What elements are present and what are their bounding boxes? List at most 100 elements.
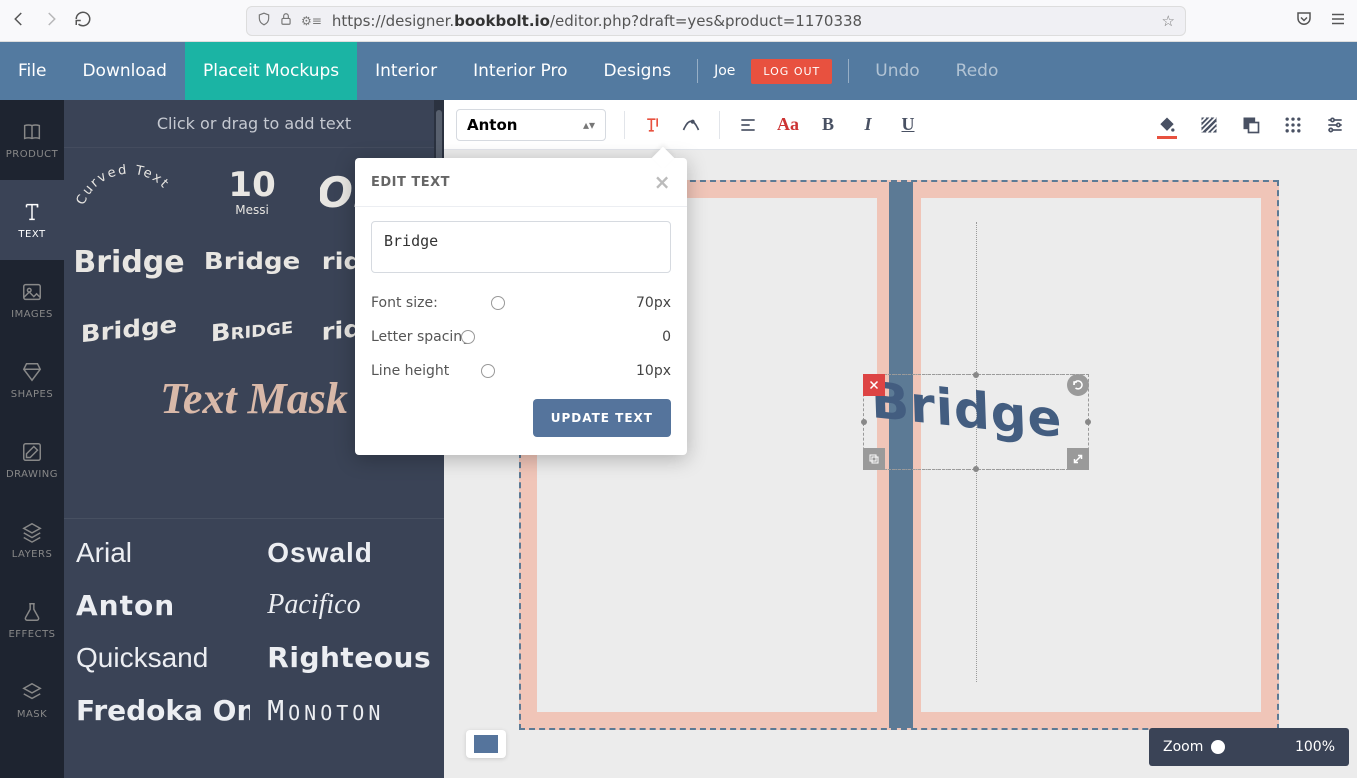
rail-effects[interactable]: EFFECTS	[0, 580, 64, 660]
style-bridge-2[interactable]: Bridge	[197, 235, 307, 289]
rail-product[interactable]: PRODUCT	[0, 100, 64, 180]
reload-icon[interactable]	[74, 10, 92, 32]
style-curved[interactable]: Curved Text	[74, 160, 184, 224]
zoom-slider-knob[interactable]	[1211, 740, 1225, 754]
style-number[interactable]: 10Messi	[197, 160, 307, 224]
delete-handle[interactable]	[863, 374, 885, 396]
text-toolbar: Anton ▴▾ Aa B I U	[444, 100, 1357, 150]
rail-shapes[interactable]: SHAPES	[0, 340, 64, 420]
mid-right[interactable]	[1085, 419, 1091, 425]
fontsize-label: Font size:	[371, 295, 481, 311]
rail-images[interactable]: IMAGES	[0, 260, 64, 340]
overlay-icon[interactable]	[1241, 115, 1261, 135]
rail-label: SHAPES	[11, 389, 53, 400]
popover-title: EDIT TEXT	[371, 175, 450, 190]
font-arial[interactable]: Arial	[64, 527, 250, 579]
font-oswald[interactable]: Oswald	[255, 527, 441, 579]
zoom-control[interactable]: Zoom 100%	[1149, 728, 1349, 766]
shield-icon	[257, 12, 271, 30]
settings-icon[interactable]	[1325, 115, 1345, 135]
redo-button[interactable]: Redo	[938, 42, 1017, 100]
selected-text-object[interactable]: Bridge	[871, 382, 1081, 462]
text-input[interactable]	[371, 221, 671, 273]
rail-label: IMAGES	[11, 309, 53, 320]
text-edit-icon[interactable]	[643, 115, 663, 135]
rail-layers[interactable]: LAYERS	[0, 500, 64, 580]
nav-designs[interactable]: Designs	[586, 42, 690, 100]
nav-file[interactable]: File	[0, 42, 64, 100]
stack-icon	[21, 681, 43, 703]
style-bridge-1[interactable]: Bridge	[74, 232, 184, 292]
lock-icon	[279, 12, 293, 30]
nav-download[interactable]: Download	[64, 42, 185, 100]
rotate-handle[interactable]	[1067, 374, 1089, 396]
grid-icon[interactable]	[1283, 115, 1303, 135]
rail-label: TEXT	[18, 229, 45, 240]
update-text-button[interactable]: UPDATE TEXT	[533, 399, 671, 437]
url-text: https://designer.bookbolt.io/editor.php?…	[332, 12, 1152, 30]
nav-divider-2	[848, 59, 849, 83]
italic-button[interactable]: I	[858, 115, 878, 135]
menu-icon[interactable]	[1329, 10, 1347, 32]
edit-text-popover: EDIT TEXT × Font size: 70px Letter spaci…	[355, 158, 687, 455]
image-icon	[21, 281, 43, 303]
underline-button[interactable]: U	[898, 115, 918, 135]
fontsize-value: 70px	[625, 295, 671, 311]
svg-text:Curved Text: Curved Text	[74, 164, 172, 207]
chevron-updown-icon: ▴▾	[583, 118, 595, 132]
mid-top[interactable]	[973, 372, 979, 378]
url-bar[interactable]: ⚙≡ https://designer.bookbolt.io/editor.p…	[246, 6, 1186, 36]
pattern-icon[interactable]	[1199, 115, 1219, 135]
fill-icon[interactable]	[1157, 119, 1177, 139]
flask-icon	[21, 601, 43, 623]
resize-handle[interactable]	[1067, 448, 1089, 470]
color-swatch[interactable]	[466, 730, 506, 758]
font-fredoka[interactable]: Fredoka One	[64, 684, 250, 737]
bookmark-icon[interactable]: ☆	[1162, 12, 1175, 30]
close-icon[interactable]: ×	[654, 172, 671, 192]
font-righteous[interactable]: Righteous	[255, 631, 441, 684]
book-icon	[21, 121, 43, 143]
fontsize-slider[interactable]	[491, 296, 505, 310]
rail-label: MASK	[17, 709, 47, 720]
zoom-value: 100%	[1295, 739, 1335, 755]
layers-icon	[21, 521, 43, 543]
lineheight-slider[interactable]	[481, 364, 495, 378]
letterspacing-value: 0	[625, 329, 671, 345]
font-select[interactable]: Anton ▴▾	[456, 109, 606, 141]
panel-header[interactable]: Click or drag to add text	[64, 100, 444, 148]
bold-button[interactable]: B	[818, 115, 838, 135]
mid-bottom[interactable]	[973, 466, 979, 472]
back-icon[interactable]	[10, 10, 28, 32]
font-quicksand[interactable]: Quicksand	[64, 632, 250, 684]
rail-text[interactable]: TEXT	[0, 180, 64, 260]
nav-interior[interactable]: Interior	[357, 42, 455, 100]
rail-label: LAYERS	[12, 549, 53, 560]
letterspacing-slider[interactable]	[461, 330, 475, 344]
diamond-icon	[21, 361, 43, 383]
style-bridge-4[interactable]: Bridge	[74, 297, 184, 363]
font-monoton[interactable]: Monoton	[255, 684, 441, 737]
duplicate-handle[interactable]	[863, 448, 885, 470]
zoom-label: Zoom	[1163, 739, 1203, 755]
curve-icon[interactable]	[681, 115, 701, 135]
logout-button[interactable]: LOG OUT	[751, 59, 832, 84]
text-case-button[interactable]: Aa	[778, 115, 798, 135]
mid-left[interactable]	[861, 419, 867, 425]
rail-drawing[interactable]: DRAWING	[0, 420, 64, 500]
style-bridge-5[interactable]: Bridge	[197, 297, 307, 363]
align-icon[interactable]	[738, 115, 758, 135]
font-anton[interactable]: Anton	[64, 579, 250, 632]
forward-icon[interactable]	[42, 10, 60, 32]
undo-button[interactable]: Undo	[857, 42, 937, 100]
permissions-icon: ⚙≡	[301, 14, 322, 28]
pocket-icon[interactable]	[1295, 10, 1313, 32]
font-pacifico[interactable]: Pacifico	[255, 579, 441, 631]
rail-mask[interactable]: MASK	[0, 660, 64, 740]
app-nav: File Download Placeit Mockups Interior I…	[0, 42, 1357, 100]
browser-chrome: ⚙≡ https://designer.bookbolt.io/editor.p…	[0, 0, 1357, 42]
user-name: Joe	[706, 63, 743, 79]
lineheight-label: Line height	[371, 363, 481, 379]
nav-placeit[interactable]: Placeit Mockups	[185, 42, 357, 100]
nav-interior-pro[interactable]: Interior Pro	[455, 42, 585, 100]
